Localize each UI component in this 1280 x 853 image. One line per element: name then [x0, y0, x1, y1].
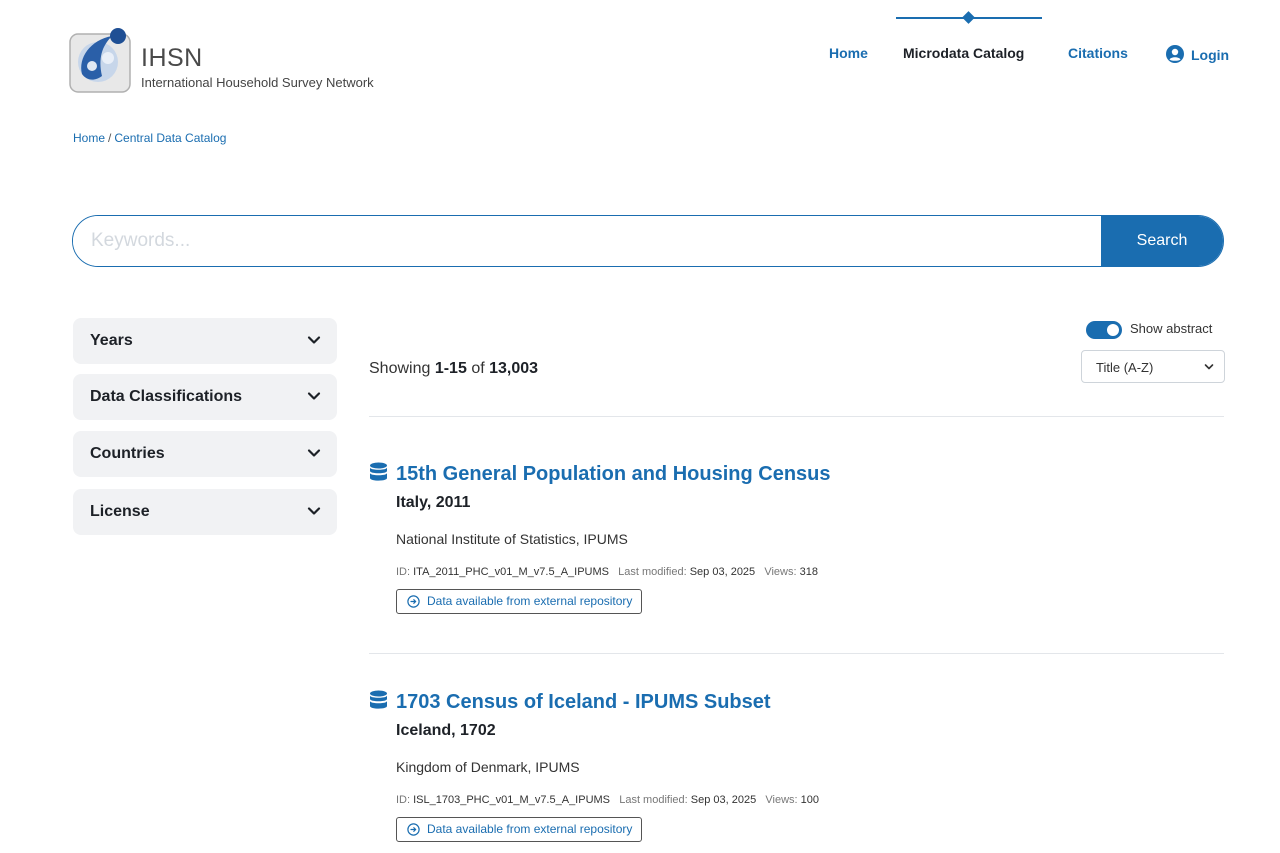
- arrow-circle-right-icon: [407, 823, 420, 836]
- result-item: 1703 Census of Iceland - IPUMS Subset Ic…: [369, 690, 1224, 853]
- breadcrumb-separator: /: [108, 131, 112, 145]
- breadcrumb-current[interactable]: Central Data Catalog: [114, 131, 226, 145]
- show-abstract-toggle[interactable]: [1086, 321, 1122, 339]
- modified-value: Sep 03, 2025: [689, 566, 756, 578]
- search-bar: Search: [72, 215, 1224, 267]
- results-divider: [369, 416, 1224, 417]
- showing-total: 13,003: [489, 360, 539, 377]
- views-value: 100: [800, 794, 819, 806]
- filter-label: Data Classifications: [90, 388, 243, 405]
- id-value: ITA_2011_PHC_v01_M_v7.5_A_IPUMS: [413, 566, 609, 578]
- badge-label: Data available from external repository: [427, 822, 633, 836]
- results-divider: [369, 653, 1224, 654]
- show-abstract-label: Show abstract: [1130, 321, 1213, 336]
- badge-label: Data available from external repository: [427, 594, 633, 608]
- chevron-down-icon: [1204, 364, 1214, 370]
- modified-value: Sep 03, 2025: [690, 794, 757, 806]
- database-icon: [370, 462, 387, 481]
- result-producers: Kingdom of Denmark, IPUMS: [396, 759, 580, 775]
- result-country-year: Iceland, 1702: [396, 722, 496, 739]
- result-meta: ID: ISL_1703_PHC_v01_M_v7.5_A_IPUMS Last…: [396, 794, 819, 806]
- search-button[interactable]: Search: [1101, 216, 1223, 266]
- active-nav-diamond: [962, 11, 975, 24]
- sort-select[interactable]: Title (A-Z): [1081, 350, 1225, 383]
- filter-countries[interactable]: Countries: [73, 431, 337, 477]
- breadcrumb: Home / Central Data Catalog: [73, 131, 226, 145]
- result-title: 1703 Census of Iceland - IPUMS Subset: [396, 691, 771, 713]
- result-item: 15th General Population and Housing Cens…: [369, 462, 1224, 622]
- site-logo[interactable]: IHSN International Household Survey Netw…: [68, 24, 408, 94]
- breadcrumb-home[interactable]: Home: [73, 131, 105, 145]
- filter-label: License: [90, 503, 150, 520]
- ihsn-logo-icon: [69, 28, 131, 93]
- chevron-down-icon: [307, 392, 321, 400]
- search-input[interactable]: [73, 216, 1103, 266]
- views-value: 318: [799, 566, 818, 578]
- result-meta: ID: ITA_2011_PHC_v01_M_v7.5_A_IPUMS Last…: [396, 566, 818, 578]
- login-label: Login: [1191, 47, 1230, 63]
- id-label: ID:: [396, 794, 411, 806]
- sort-value: Title (A-Z): [1096, 360, 1154, 375]
- showing-prefix: Showing: [369, 360, 431, 377]
- showing-range: 1-15: [434, 360, 467, 377]
- result-title-link[interactable]: 1703 Census of Iceland - IPUMS Subset: [369, 690, 771, 714]
- showing-of: of: [471, 360, 485, 377]
- user-circle-icon: [1166, 45, 1184, 63]
- chevron-down-icon: [307, 336, 321, 344]
- result-country-year: Italy, 2011: [396, 494, 471, 511]
- modified-label: Last modified:: [619, 794, 688, 806]
- filter-label: Years: [90, 332, 133, 349]
- modified-label: Last modified:: [618, 566, 687, 578]
- brand-title: IHSN: [141, 44, 203, 72]
- views-label: Views:: [764, 566, 797, 578]
- result-title: 15th General Population and Housing Cens…: [396, 463, 831, 485]
- nav-citations[interactable]: Citations: [1068, 45, 1128, 61]
- filter-label: Countries: [90, 445, 165, 462]
- brand-subtitle: International Household Survey Network: [141, 75, 374, 90]
- filter-years[interactable]: Years: [73, 318, 337, 364]
- external-repository-badge[interactable]: Data available from external repository: [396, 589, 643, 614]
- id-label: ID:: [396, 566, 411, 578]
- chevron-down-icon: [307, 449, 321, 457]
- filter-license[interactable]: License: [73, 489, 337, 535]
- database-icon: [370, 690, 387, 709]
- filter-data-classifications[interactable]: Data Classifications: [73, 374, 337, 420]
- nav-microdata-catalog[interactable]: Microdata Catalog: [903, 45, 1024, 61]
- result-title-link[interactable]: 15th General Population and Housing Cens…: [369, 462, 831, 486]
- nav-login[interactable]: Login: [1166, 45, 1229, 63]
- results-count: Showing 1-15 of 13,003: [369, 360, 538, 378]
- result-producers: National Institute of Statistics, IPUMS: [396, 531, 628, 547]
- external-repository-badge[interactable]: Data available from external repository: [396, 817, 643, 842]
- toggle-knob: [1107, 324, 1119, 336]
- nav-home[interactable]: Home: [829, 45, 868, 61]
- views-label: Views:: [765, 794, 798, 806]
- arrow-circle-right-icon: [407, 595, 420, 608]
- chevron-down-icon: [307, 507, 321, 515]
- id-value: ISL_1703_PHC_v01_M_v7.5_A_IPUMS: [413, 794, 611, 806]
